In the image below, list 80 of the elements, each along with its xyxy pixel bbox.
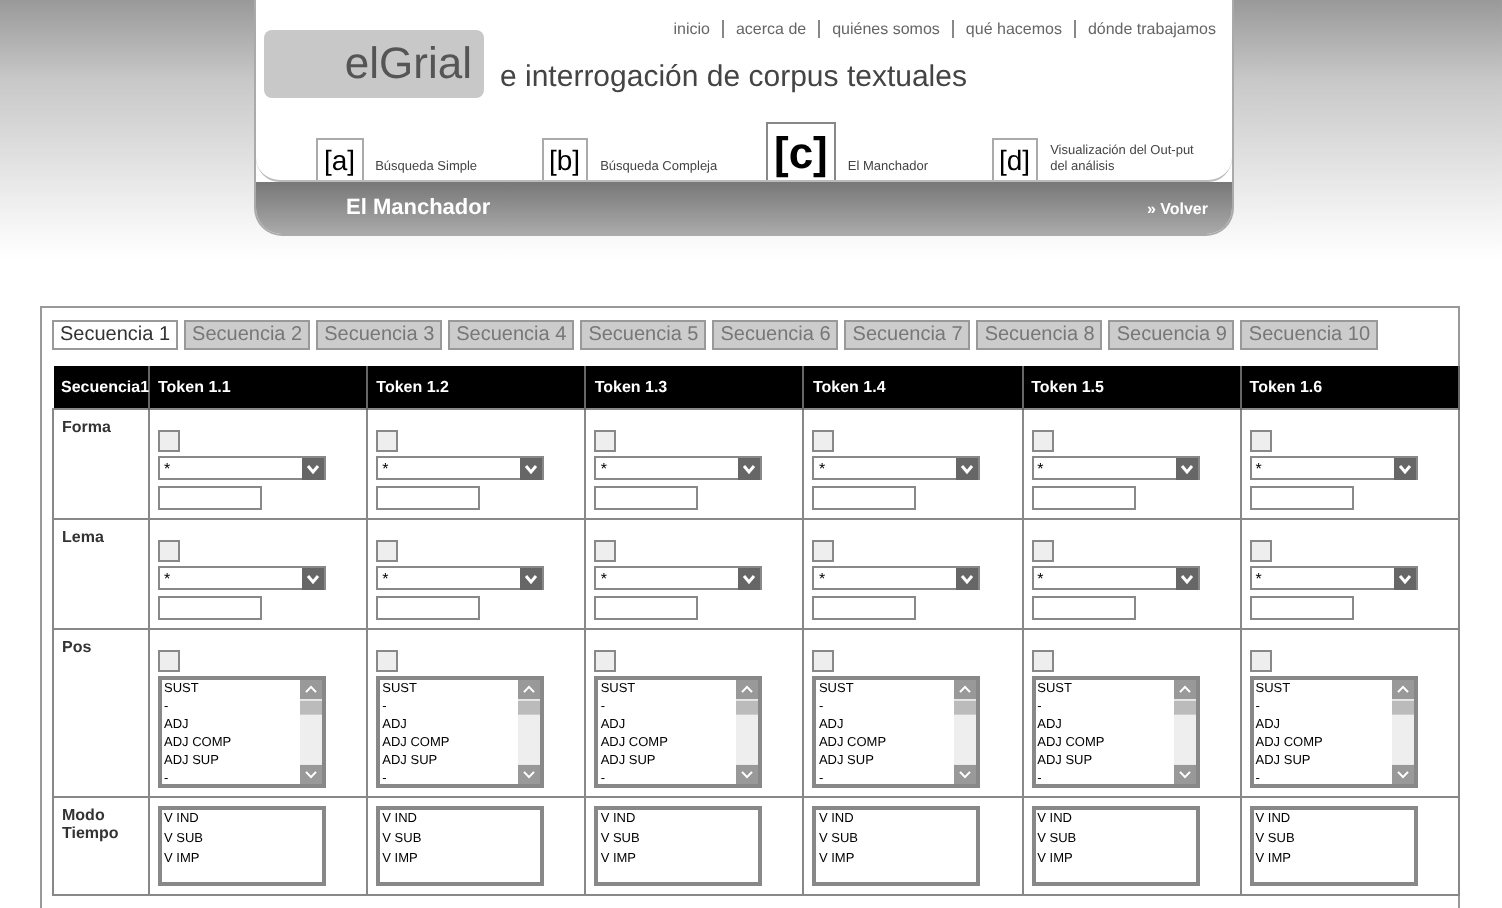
scrollbar[interactable] [1173,680,1196,784]
checkbox[interactable] [1031,540,1054,562]
dropdown[interactable]: * [1031,566,1200,590]
column-header: Token 1.6 [1240,366,1459,409]
section-title: El Manchador [346,196,491,221]
nav-link[interactable]: quiénes somos [818,20,940,38]
checkbox[interactable] [812,650,835,672]
nav-link[interactable]: inicio [673,20,710,38]
nav-link[interactable]: acerca de [721,20,807,38]
input-field[interactable] [594,596,699,620]
dropdown[interactable]: * [376,456,545,480]
caret-icon [520,457,543,479]
dropdown[interactable]: * [1249,456,1418,480]
row-label: Forma [62,418,113,436]
row-label: Pos [62,638,94,656]
checkbox[interactable] [594,430,617,452]
scrollbar[interactable] [736,680,759,784]
input-field[interactable] [1249,486,1354,510]
row-label: Lema [62,528,106,546]
input-field[interactable] [158,596,262,620]
caret-icon [520,567,543,589]
checkbox[interactable] [376,430,399,452]
tagline: e interrogación de corpus textuales [500,60,967,98]
checkbox[interactable] [1249,650,1272,672]
caret-icon [738,457,761,479]
checkbox[interactable] [812,540,835,562]
input-field[interactable] [1031,596,1136,620]
checkbox[interactable] [158,540,180,562]
tab[interactable]: Secuencia 1 [52,320,179,350]
input-field[interactable] [1031,486,1136,510]
checkbox[interactable] [812,430,835,452]
checkbox[interactable] [158,430,180,452]
caret-icon [956,567,979,589]
column-header: Secuencia1 [53,366,149,409]
column-header: Token 1.4 [803,366,1023,409]
dropdown[interactable]: * [376,566,545,590]
checkbox[interactable] [376,650,399,672]
input-field[interactable] [376,596,481,620]
checkbox[interactable] [376,540,399,562]
dropdown[interactable]: * [594,566,763,590]
nav-link[interactable]: dónde trabajamos [1073,20,1216,38]
dropdown[interactable]: * [1031,456,1200,480]
column-header: Token 1.3 [585,366,804,409]
scrollbar[interactable] [1391,680,1414,784]
row-label: Modo Tiempo [62,806,121,842]
column-header: Token 1.1 [149,366,368,409]
nav-link[interactable]: qué hacemos [951,20,1062,38]
checkbox[interactable] [1249,540,1272,562]
scrollbar[interactable] [518,680,541,784]
dropdown[interactable]: * [594,456,763,480]
dropdown[interactable]: * [1249,566,1418,590]
logo: elGrial [264,30,484,98]
dropdown[interactable]: * [158,566,326,590]
caret-icon [302,567,324,589]
caret-icon [1175,567,1198,589]
checkbox[interactable] [1031,430,1054,452]
input-field[interactable] [812,486,917,510]
input-field[interactable] [594,486,699,510]
dropdown[interactable]: * [158,456,326,480]
column-header: Token 1.5 [1022,366,1241,409]
caret-icon [738,567,761,589]
input-field[interactable] [1249,596,1354,620]
input-field[interactable] [158,486,262,510]
input-field[interactable] [376,486,481,510]
dropdown[interactable]: * [812,566,981,590]
scrollbar[interactable] [954,680,977,784]
scrollbar[interactable] [300,680,322,784]
checkbox[interactable] [158,650,180,672]
checkbox[interactable] [1249,430,1272,452]
checkbox[interactable] [594,650,617,672]
dropdown[interactable]: * [812,456,981,480]
checkbox[interactable] [1031,650,1054,672]
caret-icon [956,457,979,479]
column-header: Token 1.2 [367,366,586,409]
input-field[interactable] [812,596,917,620]
caret-icon [302,457,324,479]
caret-icon [1393,457,1416,479]
caret-icon [1393,567,1416,589]
caret-icon [1175,457,1198,479]
checkbox[interactable] [594,540,617,562]
